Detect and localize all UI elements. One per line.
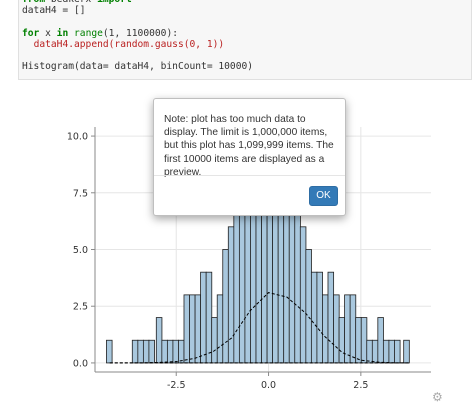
histogram-bar [155,317,163,364]
keyword-in: in [56,27,69,39]
y-tick-label: 0.0 [73,358,88,369]
histogram-bar [403,339,410,364]
keyword-for: for [22,27,40,39]
histogram-bar [142,339,150,364]
histogram-bar [137,339,144,364]
code-line-5: dataH4.append(random.gauss(0, 1)) [33,38,225,50]
histogram-bar [161,339,168,364]
histogram-bar [183,294,191,364]
y-tick-label: 10.0 [67,132,88,143]
import-star: * [138,0,144,5]
histogram-bar [338,317,346,364]
histogram-bar [205,271,213,364]
loop-var: x [45,27,51,39]
histogram-bar [382,339,390,364]
histogram-bar [216,294,224,364]
x-tick-label: 0.0 [261,380,276,391]
histogram-bar [355,317,362,364]
histogram-bar [327,271,335,364]
code-line-2: dataH4 = [] [22,5,86,17]
histogram-bar [277,203,285,364]
histogram-bar [131,339,139,364]
histogram-bar [377,317,384,364]
range-args: (1, 1100000): [102,27,178,39]
histogram-bar [222,249,229,364]
histogram-bar [166,339,174,364]
histogram-bar [388,339,395,364]
histogram-bar [294,203,301,364]
histogram-bar [305,249,312,364]
code-cell[interactable]: from beakerx import * dataH4 = [] for x … [18,0,472,80]
keyword-import: import [97,0,132,5]
y-tick-label: 2.5 [73,302,88,313]
histogram-bar [371,339,379,364]
histogram-bar [233,203,240,364]
histogram-bar [106,339,113,364]
range-fn: range [74,27,103,39]
dialog-divider [154,175,345,176]
histogram-bar [349,294,357,364]
x-tick-label: 2.5 [353,380,368,391]
histogram-bar [316,271,323,364]
histogram-bar [310,271,318,364]
histogram-bar [211,317,218,364]
histogram-bar [189,294,196,364]
histogram-bar [148,339,155,364]
histogram-bar [322,294,329,364]
histogram-bar [299,226,307,364]
y-tick-label: 7.5 [73,188,88,199]
histogram-bar [366,339,373,364]
histogram-bar [360,317,368,364]
histogram-bar [394,339,401,364]
x-tick-label: -2.5 [167,380,186,391]
y-tick-label: 5.0 [73,245,88,256]
gear-icon[interactable]: ⚙ [432,391,444,403]
histogram-bar [172,339,179,364]
histogram-bar [344,294,351,364]
dialog-message: Note: plot has too much data to display.… [164,114,334,178]
ok-button[interactable]: OK [309,186,338,206]
too-much-data-dialog: Note: plot has too much data to display.… [153,98,346,216]
histogram-bar [227,226,235,364]
histogram-bar [200,271,207,364]
histogram-bar [333,294,340,364]
code-line-7: Histogram(data= dataH4, binCount= 10000) [22,61,254,73]
code-editor[interactable]: from beakerx import * dataH4 = [] for x … [22,0,253,72]
histogram-bar [178,339,185,364]
histogram-bar [194,294,202,364]
